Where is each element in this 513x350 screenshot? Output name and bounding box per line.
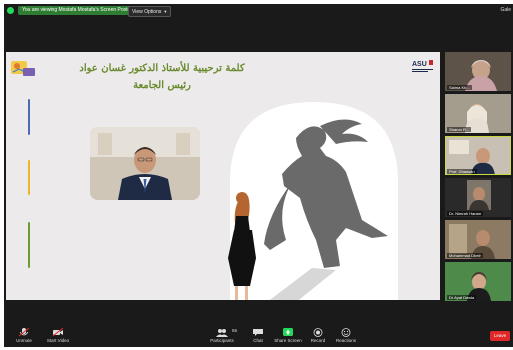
participants-label: Participants — [210, 338, 234, 343]
chat-label: Chat — [253, 338, 263, 343]
slide-subtitle: رئيس الجامعة — [133, 80, 191, 91]
participant-name: Prof. Ghassan — [447, 169, 477, 174]
reactions-icon — [341, 328, 351, 337]
chevron-down-icon: ▼ — [163, 9, 168, 14]
viewing-screen-label: You are viewing Mostafa Mostafa's Screen… — [18, 6, 136, 15]
shared-slide: ASU كلمة ترحيبية للأستاذ الدكتور غسان عو… — [6, 52, 440, 300]
start-video-label: Start Video — [46, 338, 70, 343]
woman-hero-shadow-illustration — [228, 102, 398, 300]
unmute-label: Unmute — [16, 338, 32, 343]
conference-logo-icon — [11, 61, 35, 76]
participant-name: Sharon R... — [447, 127, 472, 132]
start-video-button[interactable]: Start Video — [38, 328, 78, 343]
chat-icon — [253, 329, 263, 336]
participant-name: Salma Kh... — [447, 85, 472, 90]
participant-tile-active-speaker[interactable]: Prof. Ghassan — [445, 136, 511, 175]
participant-tile[interactable]: Salma Kh... — [445, 52, 511, 91]
meeting-area: You are viewing Mostafa Mostafa's Screen… — [4, 4, 513, 347]
participants-icon — [216, 329, 228, 337]
reactions-label: Reactions — [335, 338, 356, 343]
view-options-button[interactable]: View Options ▼ — [128, 6, 172, 17]
asu-logo-icon: ASU — [412, 60, 433, 72]
security-shield-icon[interactable] — [7, 7, 14, 14]
participant-gallery: Salma Kh... Sharon R... Prof. Ghassan Dr… — [445, 52, 513, 302]
slide-title: كلمة ترحيبية للأستاذ الدكتور غسان عواد — [79, 63, 245, 74]
gallery-view-button[interactable]: Gale — [500, 7, 511, 13]
participant-tile[interactable]: Mohammad Dbeir — [445, 220, 511, 259]
zoom-window: You are viewing Mostafa Mostafa's Screen… — [0, 0, 513, 350]
share-screen-icon — [283, 328, 293, 336]
video-off-icon — [52, 328, 64, 337]
meeting-controls-bar: Unmute Start Video Participants 56 Chat … — [4, 326, 513, 347]
top-bar: You are viewing Mostafa Mostafa's Screen… — [4, 4, 513, 18]
president-photo — [90, 127, 200, 200]
muted-mic-icon — [18, 328, 30, 337]
participant-name: Dr. Nimrah Haram — [447, 211, 484, 216]
leave-button[interactable]: Leave — [490, 331, 510, 341]
record-label: Record — [310, 338, 326, 343]
participant-tile[interactable]: Sharon R... — [445, 94, 511, 133]
decorative-line-green — [28, 222, 30, 268]
svg-text:ASU: ASU — [412, 61, 427, 68]
reactions-button[interactable]: Reactions — [326, 328, 366, 343]
record-icon — [313, 328, 323, 337]
decorative-line-blue — [28, 99, 30, 135]
participant-tile[interactable]: Dr Ayat Dawla — [445, 262, 511, 301]
decorative-line-yellow — [28, 160, 30, 195]
participants-count: 56 — [232, 328, 238, 333]
participant-tile[interactable]: Dr. Nimrah Haram — [445, 178, 511, 217]
view-options-label: View Options — [132, 9, 162, 15]
participant-name: Dr Ayat Dawla — [447, 295, 477, 300]
participant-name: Mohammad Dbeir — [447, 253, 483, 258]
